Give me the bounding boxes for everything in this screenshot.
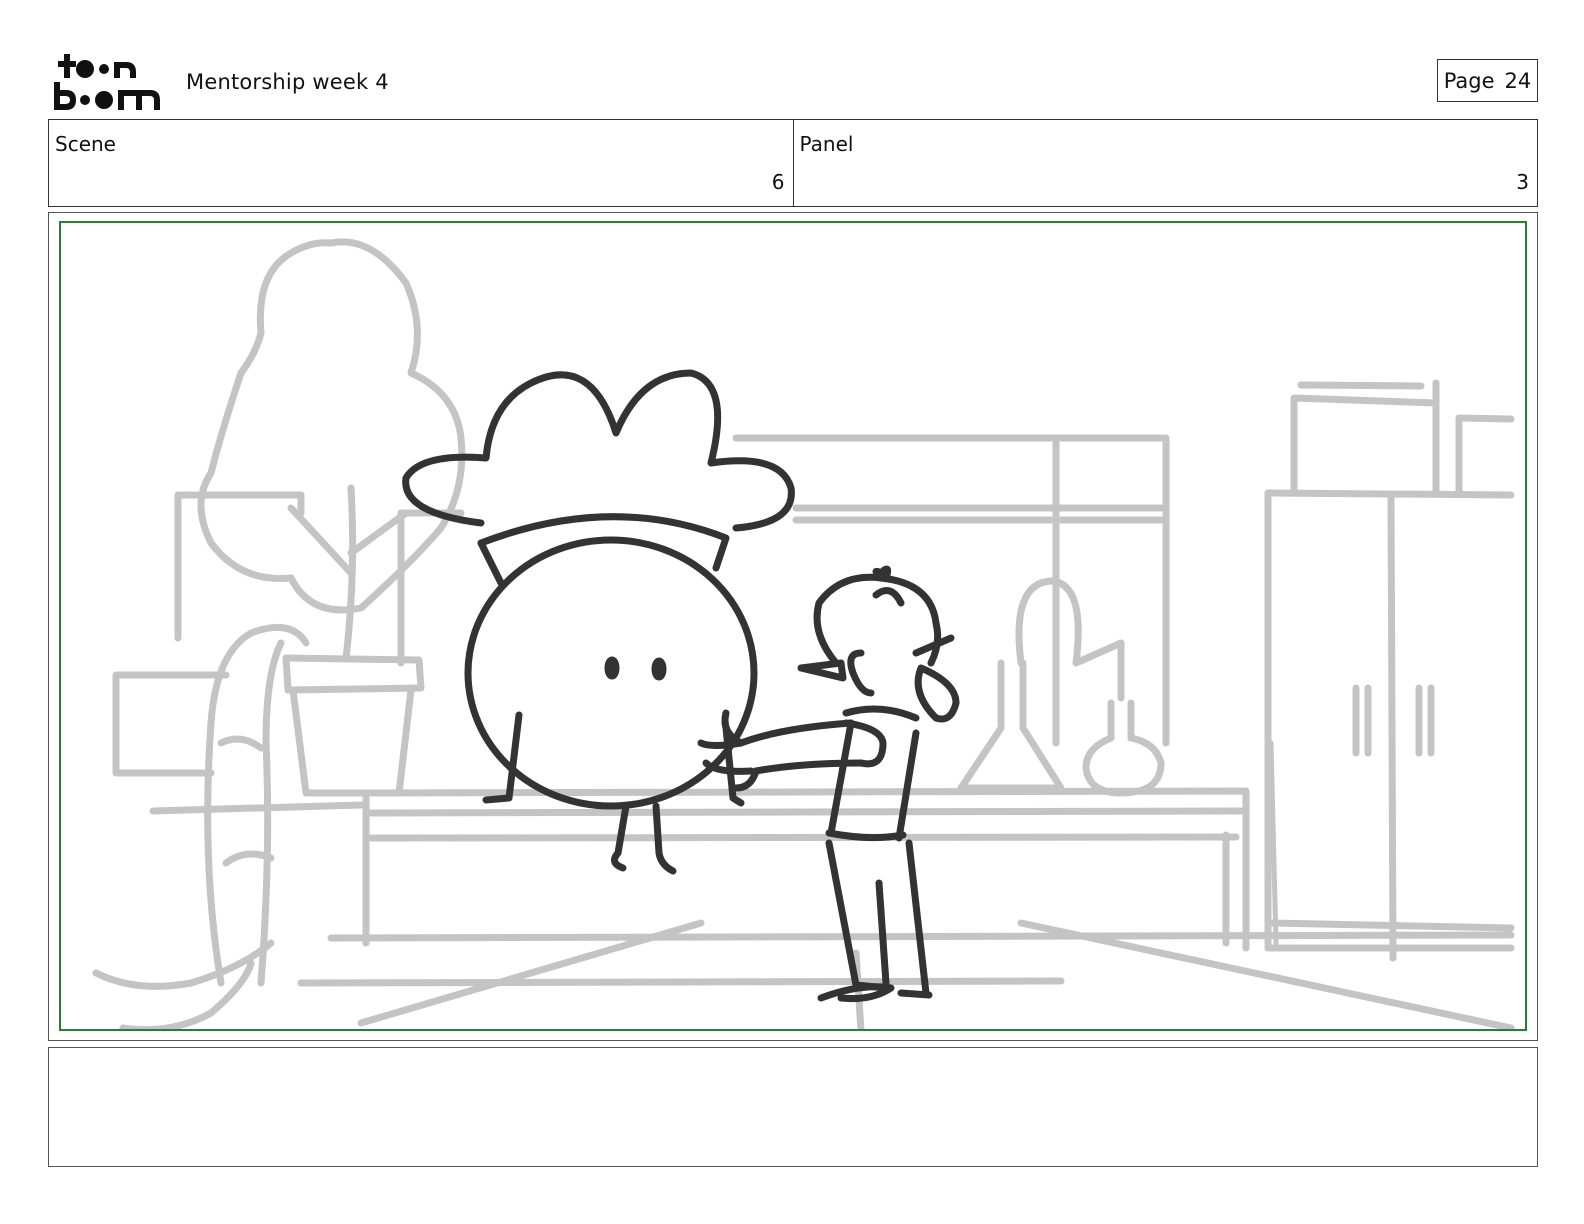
scene-cell: Scene 6 [49,120,793,206]
panel-cell: Panel 3 [792,120,1538,206]
document-title: Mentorship week 4 [186,70,389,94]
panel-value: 3 [1516,170,1529,194]
toon-boom-logo [54,54,160,110]
background-sketch [92,238,1515,1029]
scene-label: Scene [55,132,116,156]
page-number: 24 [1504,68,1532,93]
sketch-drawing [92,238,1515,1029]
storyboard-drawing [59,221,1527,1031]
scene-panel-row: Scene 6 Panel 3 [48,119,1538,207]
notes-area [48,1047,1538,1167]
page-indicator: Page 24 [1437,59,1538,102]
scene-value: 6 [771,170,785,194]
panel-label: Panel [799,132,854,156]
character-sketch [402,369,960,1002]
page-label: Page [1443,68,1495,93]
